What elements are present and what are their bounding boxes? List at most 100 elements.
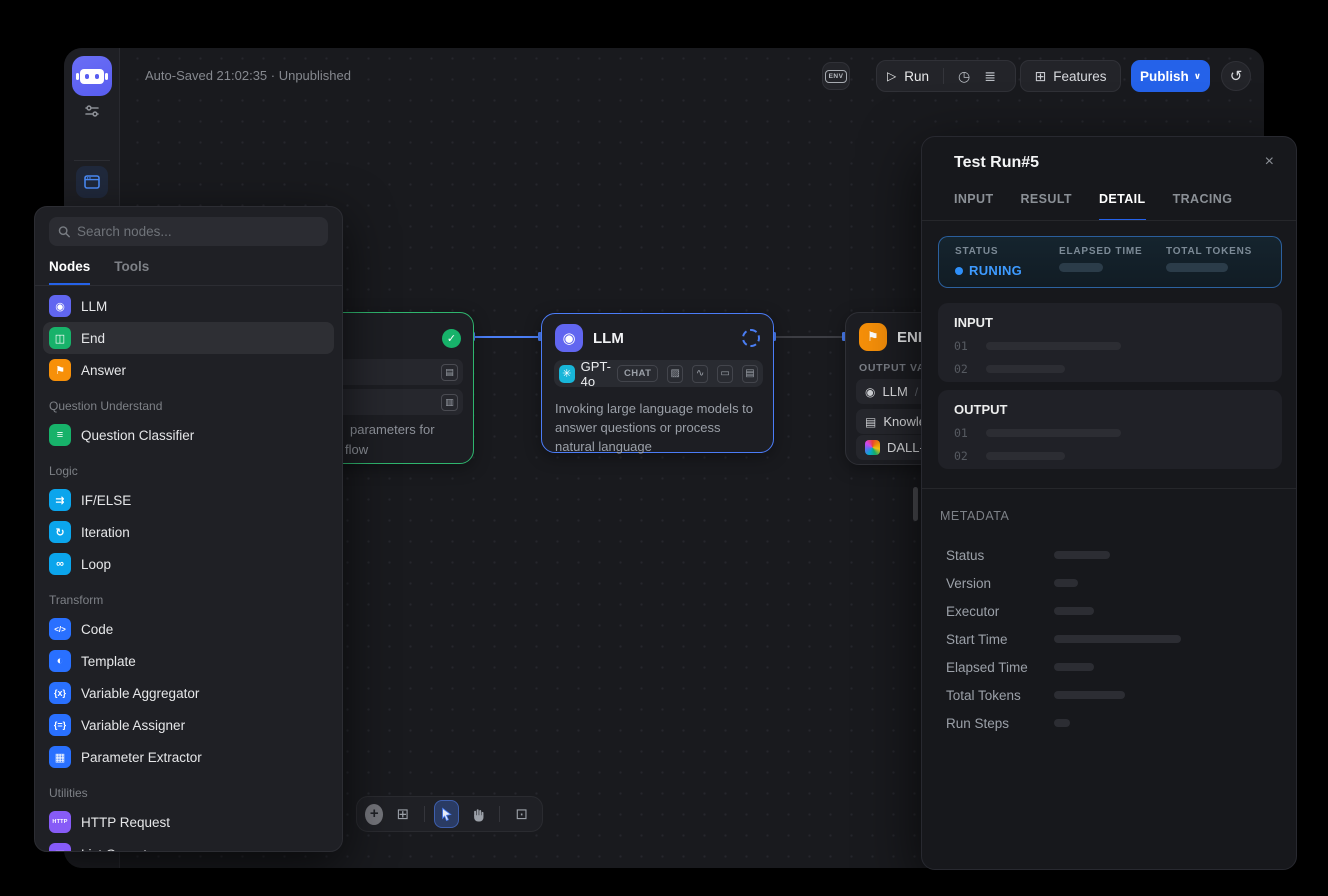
app-icon-robot[interactable] (72, 56, 112, 96)
metadata-row-start-time: Start Time (946, 625, 1276, 653)
loop-icon: ∞ (49, 553, 71, 575)
skeleton-bar (986, 429, 1121, 437)
video-capability-icon: ▭ (717, 365, 733, 383)
node-panel-tabs: Nodes Tools (49, 259, 328, 285)
tab-result[interactable]: RESULT (1021, 192, 1072, 221)
http-request-icon: HTTP (49, 811, 71, 833)
node-item-parameter-extractor[interactable]: ▦ Parameter Extractor (43, 741, 334, 773)
chat-tag: CHAT (617, 365, 658, 382)
node-item-if-else[interactable]: ⇉ IF/ELSE (43, 484, 334, 516)
node-item-template[interactable]: ◐ Template (43, 645, 334, 677)
add-note-button[interactable]: ⊞ (390, 800, 415, 828)
input-title: INPUT (954, 315, 1266, 330)
add-node-button[interactable]: + (365, 804, 383, 825)
features-label: Features (1053, 69, 1106, 84)
skeleton-bar (1054, 607, 1094, 615)
window-icon (84, 175, 100, 189)
organize-nodes-button[interactable]: ⊡ (509, 800, 534, 828)
answer-icon: ⚑ (49, 359, 71, 381)
metadata-row-executor: Executor (946, 597, 1276, 625)
node-item-answer[interactable]: ⚑ Answer (43, 354, 334, 386)
section-question-understand: Question Understand (49, 399, 328, 413)
chevron-down-icon: ∨ (1194, 71, 1201, 82)
field-icon: ▤ (441, 364, 458, 381)
search-input[interactable] (77, 224, 319, 239)
hand-mode-button[interactable] (466, 800, 491, 828)
preview-window-button[interactable] (76, 166, 108, 198)
node-item-variable-aggregator[interactable]: {x} Variable Aggregator (43, 677, 334, 709)
model-name: GPT-4o (581, 359, 611, 389)
line-number: 02 (954, 362, 972, 376)
skeleton-bar (1054, 663, 1094, 671)
node-item-llm[interactable]: ◉ LLM (43, 290, 334, 322)
sliders-icon[interactable] (84, 104, 100, 123)
env-button[interactable]: ENV (822, 62, 850, 90)
skeleton-bar (1054, 551, 1110, 559)
node-item-question-classifier[interactable]: ≡ Question Classifier (43, 419, 334, 451)
search-box[interactable] (49, 217, 328, 246)
skeleton-bar (1054, 579, 1078, 587)
model-selector[interactable]: ✳ GPT-4o CHAT ▨ ∿ ▭ ▤ (554, 360, 763, 387)
llm-node[interactable]: ◉ LLM ✳ GPT-4o CHAT ▨ ∿ ▭ ▤ Invoking lar… (541, 313, 774, 453)
section-logic: Logic (49, 464, 328, 478)
metadata-row-total-tokens: Total Tokens (946, 681, 1276, 709)
total-tokens-label: TOTAL TOKENS (1166, 246, 1252, 257)
tab-detail[interactable]: DETAIL (1099, 192, 1146, 221)
tab-tools[interactable]: Tools (114, 259, 149, 285)
cursor-icon (439, 807, 453, 822)
status-card: STATUS RUNING ELAPSED TIME TOTAL TOKENS (938, 236, 1282, 288)
document-capability-icon: ▤ (742, 365, 758, 383)
node-item-http-request[interactable]: HTTP HTTP Request (43, 806, 334, 838)
test-run-panel: Test Run#5 × INPUT RESULT DETAIL TRACING… (921, 136, 1297, 870)
history-icon: ↺ (1230, 67, 1243, 85)
running-dot-icon (955, 267, 963, 275)
node-item-loop[interactable]: ∞ Loop (43, 548, 334, 580)
env-icon: ENV (825, 70, 847, 83)
pointer-mode-button[interactable] (434, 800, 459, 828)
field-icon: ▥ (441, 394, 458, 411)
node-item-code[interactable]: </> Code (43, 613, 334, 645)
skeleton-bar (1054, 691, 1125, 699)
metadata-rows: Status Version Executor Start Time Elaps… (946, 541, 1276, 737)
timer-icon[interactable]: ◷ (958, 68, 970, 85)
features-button[interactable]: ⊞ Features (1020, 60, 1121, 92)
play-icon[interactable]: ▷ (887, 69, 896, 83)
end-node-icon: ⚑ (859, 323, 887, 351)
end-icon: ◫ (49, 327, 71, 349)
image-capability-icon: ▨ (667, 365, 683, 383)
node-item-variable-assigner[interactable]: {=} Variable Assigner (43, 709, 334, 741)
variable-assigner-icon: {=} (49, 714, 71, 736)
node-item-list-operator[interactable]: ▽ List Operator (43, 838, 334, 852)
publish-button[interactable]: Publish ∨ (1131, 60, 1210, 92)
line-number: 01 (954, 426, 972, 440)
question-classifier-icon: ≡ (49, 424, 71, 446)
variable-aggregator-icon: {x} (49, 682, 71, 704)
audio-capability-icon: ∿ (692, 365, 708, 383)
node-item-end[interactable]: ◫ End (43, 322, 334, 354)
skeleton-bar (1054, 719, 1070, 727)
line-number: 02 (954, 449, 972, 463)
metadata-row-run-steps: Run Steps (946, 709, 1276, 737)
close-icon[interactable]: × (1265, 153, 1274, 171)
section-utilities: Utilities (49, 786, 328, 800)
metadata-row-status: Status (946, 541, 1276, 569)
node-search-panel: Nodes Tools ◉ LLM ◫ End ⚑ Answer Questio… (34, 206, 343, 852)
skeleton-bar (1059, 263, 1103, 272)
tab-nodes[interactable]: Nodes (49, 259, 90, 285)
llm-icon: ◉ (49, 295, 71, 317)
node-item-iteration[interactable]: ↻ Iteration (43, 516, 334, 548)
llm-icon: ◉ (865, 385, 875, 399)
version-history-button[interactable]: ↺ (1221, 61, 1251, 91)
list-operator-icon: ▽ (49, 843, 71, 852)
run-button[interactable]: Run (904, 69, 929, 84)
checklist-icon[interactable]: ≣ (984, 68, 996, 85)
metadata-row-elapsed-time: Elapsed Time (946, 653, 1276, 681)
start-node-description: parameters for flow (350, 420, 435, 460)
skeleton-bar (986, 365, 1065, 373)
tab-input[interactable]: INPUT (954, 192, 994, 221)
canvas-scrollbar[interactable] (913, 487, 918, 521)
divider (922, 220, 1296, 221)
panel-title: Test Run#5 (954, 154, 1039, 172)
tab-tracing[interactable]: TRACING (1173, 192, 1233, 221)
skeleton-bar (986, 342, 1121, 350)
